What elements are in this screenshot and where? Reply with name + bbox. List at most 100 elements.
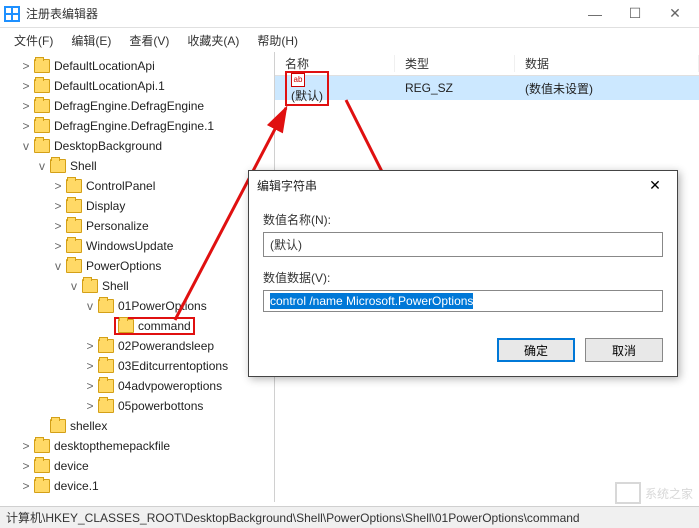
tree-item-label: DefragEngine.DefragEngine.1 [54,119,214,133]
folder-icon [82,279,98,293]
tree-item[interactable]: > desktopthemepackfile [0,436,274,456]
watermark-logo-icon [615,482,641,504]
cell-type: REG_SZ [395,81,515,95]
menu-help[interactable]: 帮助(H) [249,30,306,51]
tree-item-label: 01PowerOptions [118,299,207,313]
tree-item[interactable]: v Shell [0,156,274,176]
tree-item-label: Shell [102,279,129,293]
tree-item-label: DefaultLocationApi [54,59,155,73]
value-name-field[interactable]: (默认) [263,232,663,257]
tree-item[interactable]: >02Powerandsleep [0,336,274,356]
watermark: 系统之家 [615,482,693,504]
menu-edit[interactable]: 编辑(E) [63,30,119,51]
menu-view[interactable]: 查看(V) [121,30,177,51]
tree-toggle-icon[interactable]: > [20,59,32,73]
tree-toggle-icon[interactable]: > [52,179,64,193]
tree-item[interactable]: >DefaultLocationApi.1 [0,76,274,96]
tree-item[interactable]: >WindowsUpdate [0,236,274,256]
tree-item-label: DesktopBackground [54,139,162,153]
tree-toggle-icon[interactable]: v [36,159,48,173]
tree-item-label: 04advpoweroptions [118,379,222,393]
folder-icon [118,319,134,333]
tree-item[interactable]: >05powerbottons [0,396,274,416]
col-type[interactable]: 类型 [395,55,515,72]
tree-toggle-icon[interactable]: > [20,119,32,133]
statusbar: 计算机\HKEY_CLASSES_ROOT\DesktopBackground\… [0,506,699,528]
value-name-label: 数值名称(N): [263,211,663,228]
folder-icon [66,219,82,233]
string-value-icon: ab [291,73,305,87]
ok-button[interactable]: 确定 [497,338,575,362]
tree-item[interactable]: v PowerOptions [0,256,274,276]
tree-item-label: device.1 [54,479,99,493]
tree-toggle-icon[interactable]: v [52,259,64,273]
tree-item[interactable]: >Display [0,196,274,216]
folder-icon [34,479,50,493]
menubar: 文件(F) 编辑(E) 查看(V) 收藏夹(A) 帮助(H) [0,28,699,52]
tree-item[interactable]: v 01PowerOptions [0,296,274,316]
tree-item[interactable]: command [0,316,274,336]
tree-item-label: Shell [70,159,97,173]
tree-toggle-icon[interactable]: > [52,239,64,253]
tree-item[interactable]: >Personalize [0,216,274,236]
tree-toggle-icon[interactable]: v [84,299,96,313]
dialog-titlebar: 编辑字符串 ✕ [249,171,677,199]
close-button[interactable]: ✕ [655,0,695,28]
folder-icon [66,239,82,253]
tree-toggle-icon[interactable]: > [20,79,32,93]
tree-item-label: ControlPanel [86,179,155,193]
tree-toggle-icon[interactable]: > [84,379,96,393]
tree-panel[interactable]: > DefaultLocationApi >DefaultLocationApi.1… [0,52,275,502]
tree-item[interactable]: >03Editcurrentoptions [0,356,274,376]
tree-item[interactable]: >device [0,456,274,476]
tree-item[interactable]: > DefaultLocationApi [0,56,274,76]
value-name: (默认) [291,89,323,103]
tree-item[interactable]: v Shell [0,276,274,296]
tree-toggle-icon[interactable]: > [20,99,32,113]
tree-item[interactable]: > DefragEngine.DefragEngine [0,96,274,116]
tree-item[interactable]: shellex [0,416,274,436]
dialog-close-button[interactable]: ✕ [641,177,669,194]
menu-favorites[interactable]: 收藏夹(A) [179,30,247,51]
tree-item-label: 02Powerandsleep [118,339,214,353]
tree-item[interactable]: > ControlPanel [0,176,274,196]
app-icon [4,6,20,22]
folder-icon [98,359,114,373]
tree-item-label: DefragEngine.DefragEngine [54,99,204,113]
tree-item-label: shellex [70,419,107,433]
tree-toggle-icon[interactable]: > [84,359,96,373]
col-data[interactable]: 数据 [515,55,699,72]
tree-toggle-icon[interactable]: > [20,439,32,453]
tree-toggle-icon[interactable]: v [20,139,32,153]
tree-toggle-icon[interactable]: > [84,399,96,413]
list-row[interactable]: ab(默认) REG_SZ (数值未设置) [275,76,699,100]
folder-icon [66,199,82,213]
cancel-button[interactable]: 取消 [585,338,663,362]
tree-item-label: command [138,319,191,333]
folder-icon [34,439,50,453]
tree-toggle-icon[interactable]: > [20,459,32,473]
tree-toggle-icon[interactable]: > [52,199,64,213]
tree-item[interactable]: > device.1 [0,476,274,496]
tree-item-label: desktopthemepackfile [54,439,170,453]
tree-toggle-icon[interactable]: v [68,279,80,293]
folder-icon [66,259,82,273]
col-name[interactable]: 名称 [275,55,395,72]
minimize-button[interactable]: — [575,0,615,28]
folder-icon [34,139,50,153]
tree-toggle-icon[interactable]: > [52,219,64,233]
maximize-button[interactable]: ☐ [615,0,655,28]
tree-toggle-icon[interactable]: > [84,339,96,353]
folder-icon [98,399,114,413]
value-data-field[interactable]: control /name Microsoft.PowerOptions [263,290,663,312]
tree-item[interactable]: v DesktopBackground [0,136,274,156]
tree-item-label: PowerOptions [86,259,161,273]
folder-icon [34,459,50,473]
folder-icon [50,419,66,433]
folder-icon [98,339,114,353]
folder-icon [34,119,50,133]
tree-toggle-icon[interactable]: > [20,479,32,493]
menu-file[interactable]: 文件(F) [6,30,61,51]
tree-item[interactable]: >04advpoweroptions [0,376,274,396]
tree-item[interactable]: > DefragEngine.DefragEngine.1 [0,116,274,136]
